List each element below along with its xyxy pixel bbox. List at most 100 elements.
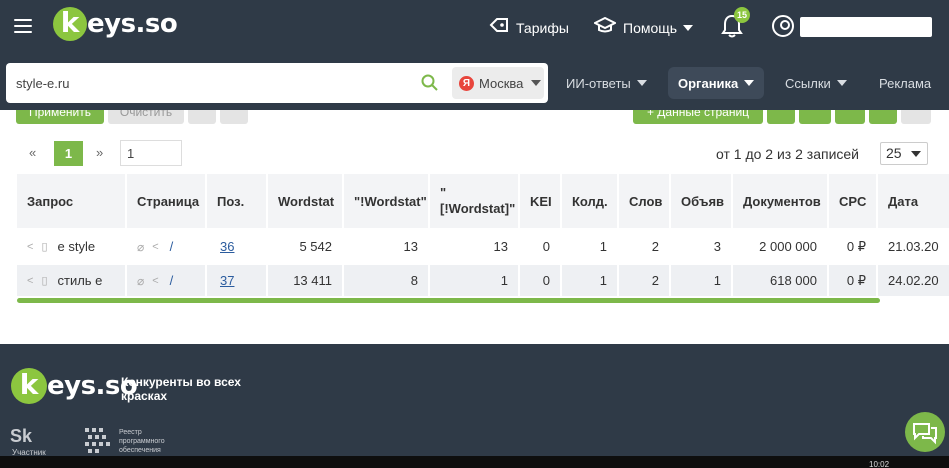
- page-link[interactable]: /: [170, 239, 174, 254]
- position-link[interactable]: 36: [220, 239, 234, 254]
- share-icon[interactable]: <: [27, 275, 33, 287]
- table-row-obyav: 1: [671, 265, 733, 296]
- chat-button[interactable]: [905, 412, 945, 452]
- tariffs-link[interactable]: Тарифы: [489, 17, 569, 38]
- nav-organic[interactable]: Органика: [668, 67, 765, 99]
- nav-links[interactable]: Ссылки: [775, 67, 857, 99]
- logo-mark: k: [53, 7, 87, 41]
- col-header-cpc[interactable]: CPC: [829, 174, 878, 228]
- chevron-down-icon: [836, 80, 847, 86]
- col-header-label: ": [440, 185, 447, 200]
- query-text: e style: [57, 239, 96, 254]
- save-filter-icon[interactable]: [188, 110, 216, 124]
- col-header-pos[interactable]: Поз.: [207, 174, 268, 228]
- paperclip-icon[interactable]: ⌀: [137, 274, 144, 288]
- help-menu[interactable]: Помощь: [592, 16, 694, 38]
- export-icon[interactable]: [767, 110, 795, 124]
- col-header-query[interactable]: Запрос: [17, 174, 127, 228]
- table-row-docs: 2 000 000: [733, 231, 829, 262]
- col-header-wordstat-bracketed[interactable]: " [!Wordstat]": [430, 174, 520, 228]
- col-header-obyav[interactable]: Объяв: [671, 174, 733, 228]
- table-horizontal-scrollbar[interactable]: [17, 298, 880, 303]
- help-label: Помощь: [623, 19, 678, 36]
- nav-ai-answers[interactable]: ИИ-ответы: [556, 67, 657, 99]
- os-taskbar: 10:02: [0, 456, 949, 468]
- logo-text: eys.so: [87, 9, 178, 39]
- settings-icon[interactable]: [901, 110, 931, 124]
- col-header-page[interactable]: Страница: [127, 174, 207, 228]
- col-header-slov[interactable]: Слов: [619, 174, 671, 228]
- table-row-slov: 2: [619, 231, 671, 262]
- table-row-wordstat: 13 411: [268, 265, 344, 296]
- user-icon[interactable]: [772, 15, 794, 37]
- table-row-slov: 2: [619, 265, 671, 296]
- page-data-button[interactable]: + Данные страниц: [633, 110, 763, 124]
- nav-label: Реклама: [879, 75, 932, 91]
- table-row-cpc: 0 ₽: [829, 265, 878, 296]
- search-icon[interactable]: [421, 74, 438, 91]
- software-registry-icon: [85, 428, 110, 453]
- nav-ads[interactable]: Реклама: [869, 67, 941, 99]
- copy-icon[interactable]: [835, 110, 865, 124]
- share-icon[interactable]: <: [27, 241, 33, 253]
- table-row-query: < ▯ стиль е: [17, 265, 127, 296]
- share-icon[interactable]: <: [152, 241, 158, 253]
- logo-mark: k: [11, 368, 47, 404]
- chevron-down-icon: [683, 24, 694, 31]
- filter-settings-icon[interactable]: [220, 110, 248, 124]
- domain-search: Я Москва: [6, 63, 548, 103]
- user-name-redacted[interactable]: [800, 17, 932, 37]
- columns-icon[interactable]: [869, 110, 897, 124]
- col-header-wordstat[interactable]: Wordstat: [268, 174, 344, 228]
- share-icon[interactable]: <: [152, 275, 158, 287]
- page-number-input[interactable]: [120, 140, 182, 166]
- search-bar: Я Москва ИИ-ответы Органика Ссылки Рекла…: [0, 54, 949, 110]
- notifications-badge: 15: [734, 7, 750, 23]
- table-row-page: ⌀ < /: [127, 231, 207, 262]
- table-row-date: 24.02.20: [878, 265, 949, 296]
- per-page-value: 25: [886, 145, 902, 161]
- table-row-kold: 1: [562, 231, 619, 262]
- chevron-down-icon: [531, 80, 542, 86]
- paperclip-icon[interactable]: ⌀: [137, 240, 144, 254]
- query-text: стиль е: [57, 273, 103, 288]
- region-label: Москва: [479, 75, 524, 91]
- table-row-query: < ▯ e style: [17, 231, 127, 262]
- nav-label: ИИ-ответы: [566, 75, 631, 91]
- page-link[interactable]: /: [170, 273, 174, 288]
- col-header-date[interactable]: Дата: [878, 174, 949, 228]
- pagination-page-1[interactable]: 1: [54, 141, 83, 166]
- export-excel-icon[interactable]: [799, 110, 831, 124]
- table-row-wordstat-bracketed: 13: [430, 231, 520, 262]
- footer-logo[interactable]: k eys.so: [11, 368, 138, 404]
- col-header-kei[interactable]: KEI: [520, 174, 562, 228]
- clear-button[interactable]: Очистить: [108, 110, 184, 124]
- region-select[interactable]: Я Москва: [452, 67, 544, 99]
- document-icon[interactable]: ▯: [41, 274, 47, 287]
- table-row-kei: 0: [520, 231, 562, 262]
- yandex-icon: Я: [459, 75, 474, 91]
- records-info: от 1 до 2 из 2 записей: [716, 146, 859, 162]
- clock: 10:02: [869, 460, 890, 468]
- logo[interactable]: k eys.so: [53, 6, 178, 42]
- per-page-select[interactable]: 25: [880, 142, 928, 165]
- position-link[interactable]: 37: [220, 273, 234, 288]
- table-row-pos: 37: [207, 265, 268, 296]
- col-header-kold[interactable]: Колд.: [562, 174, 619, 228]
- software-registry-caption: Реестр программного обеспечения: [119, 429, 165, 454]
- pagination-next[interactable]: »: [96, 145, 103, 160]
- chevron-down-icon: [636, 80, 647, 86]
- nav-label: Органика: [678, 75, 739, 91]
- menu-icon[interactable]: [14, 19, 32, 33]
- tag-icon: [489, 17, 509, 38]
- document-icon[interactable]: ▯: [41, 240, 47, 253]
- domain-input[interactable]: [16, 63, 416, 103]
- table-row-wordstat-quoted: 8: [344, 265, 430, 296]
- table-row-date: 21.03.20: [888, 239, 939, 254]
- table-row-kold: 1: [562, 265, 619, 296]
- pagination-prev[interactable]: «: [29, 145, 36, 160]
- table-row-kei: 0: [520, 265, 562, 296]
- col-header-docs[interactable]: Документов: [733, 174, 829, 228]
- col-header-wordstat-quoted[interactable]: "!Wordstat": [344, 174, 430, 228]
- apply-button[interactable]: Применить: [16, 110, 104, 124]
